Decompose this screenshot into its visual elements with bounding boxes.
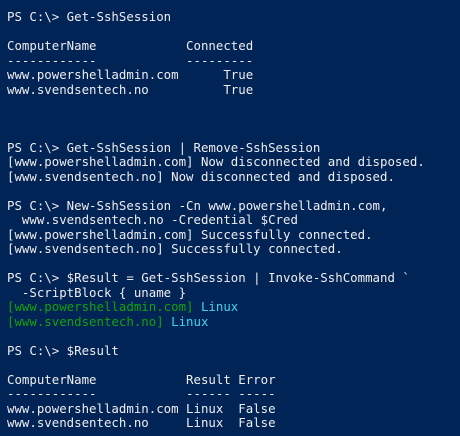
- console-line: [www.powershelladmin.com] Now disconnect…: [7, 154, 460, 170]
- console-line: ComputerName Connected: [7, 38, 460, 54]
- console-text-segment: [www.svendsentech.no] Now disconnected a…: [7, 168, 395, 184]
- console-text-segment: [www.powershelladmin.com]: [7, 299, 194, 314]
- console-line: [www.powershelladmin.com] Successfully c…: [7, 226, 460, 243]
- console-text-segment: www.svendsentech.no True: [7, 81, 254, 97]
- console-line: -ScriptBlock { uname }: [7, 284, 460, 301]
- console-text-segment: [www.powershelladmin.com] Now disconnect…: [7, 154, 425, 169]
- console-text-segment: Linux: [193, 299, 239, 314]
- console-line: PS C:\> $Result = Get-SshSession | Invok…: [7, 270, 460, 286]
- console-text-segment: PS C:\> Get-SshSession: [7, 9, 172, 24]
- console-text-segment: [www.svendsentech.no] Successfully conne…: [7, 241, 343, 256]
- console-line: PS C:\> Get-SshSession: [7, 9, 460, 25]
- console-line: PS C:\> New-SshSession -Cn www.powershel…: [7, 197, 460, 214]
- console-text-segment: www.svendsentech.no -Credential $Cred: [7, 212, 298, 227]
- powershell-console[interactable]: PS C:\> Get-SshSession ComputerName Conne…: [0, 0, 460, 436]
- console-text-segment: ComputerName Result Error: [7, 371, 276, 387]
- console-line: [www.powershelladmin.com] Linux: [7, 299, 460, 315]
- console-text-segment: ComputerName Connected: [7, 38, 254, 53]
- console-line: www.svendsentech.no Linux False: [7, 415, 460, 431]
- console-line: PS C:\> $Result: [7, 342, 460, 359]
- console-text-segment: PS C:\> New-SshSession -Cn www.powershel…: [7, 197, 388, 213]
- console-text-segment: [www.powershelladmin.com] Successfully c…: [7, 226, 373, 242]
- console-line: [www.svendsentech.no] Successfully conne…: [7, 241, 460, 257]
- console-text-segment: [www.svendsentech.no]: [7, 313, 164, 329]
- console-line: [www.svendsentech.no] Linux: [7, 313, 460, 330]
- console-text-segment: www.powershelladmin.com True: [7, 67, 254, 82]
- console-line: [www.svendsentech.no] Now disconnected a…: [7, 168, 460, 185]
- console-text-segment: PS C:\> $Result: [7, 342, 119, 358]
- console-line: www.powershelladmin.com Linux False: [7, 400, 460, 417]
- console-text-segment: Linux: [163, 313, 209, 329]
- console-line: ------------ ------ -----: [7, 386, 460, 402]
- console-text-segment: -ScriptBlock { uname }: [7, 284, 187, 300]
- console-line: ComputerName Result Error: [7, 371, 460, 388]
- console-line: www.svendsentech.no True: [7, 81, 460, 98]
- console-text-segment: www.svendsentech.no Linux False: [7, 415, 276, 430]
- console-text-segment: ------------ ---------: [7, 52, 254, 68]
- console-line: PS C:\> Get-SshSession | Remove-SshSessi…: [7, 139, 460, 156]
- console-line: www.svendsentech.no -Credential $Cred: [7, 212, 460, 228]
- console-text-segment: ------------ ------ -----: [7, 386, 276, 401]
- console-text-segment: PS C:\> Get-SshSession | Remove-SshSessi…: [7, 139, 321, 155]
- console-text-segment: PS C:\> $Result = Get-SshSession | Invok…: [7, 270, 410, 285]
- console-text-segment: www.powershelladmin.com Linux False: [7, 400, 276, 416]
- console-line: www.powershelladmin.com True: [7, 67, 460, 83]
- console-line: ------------ ---------: [7, 52, 460, 69]
